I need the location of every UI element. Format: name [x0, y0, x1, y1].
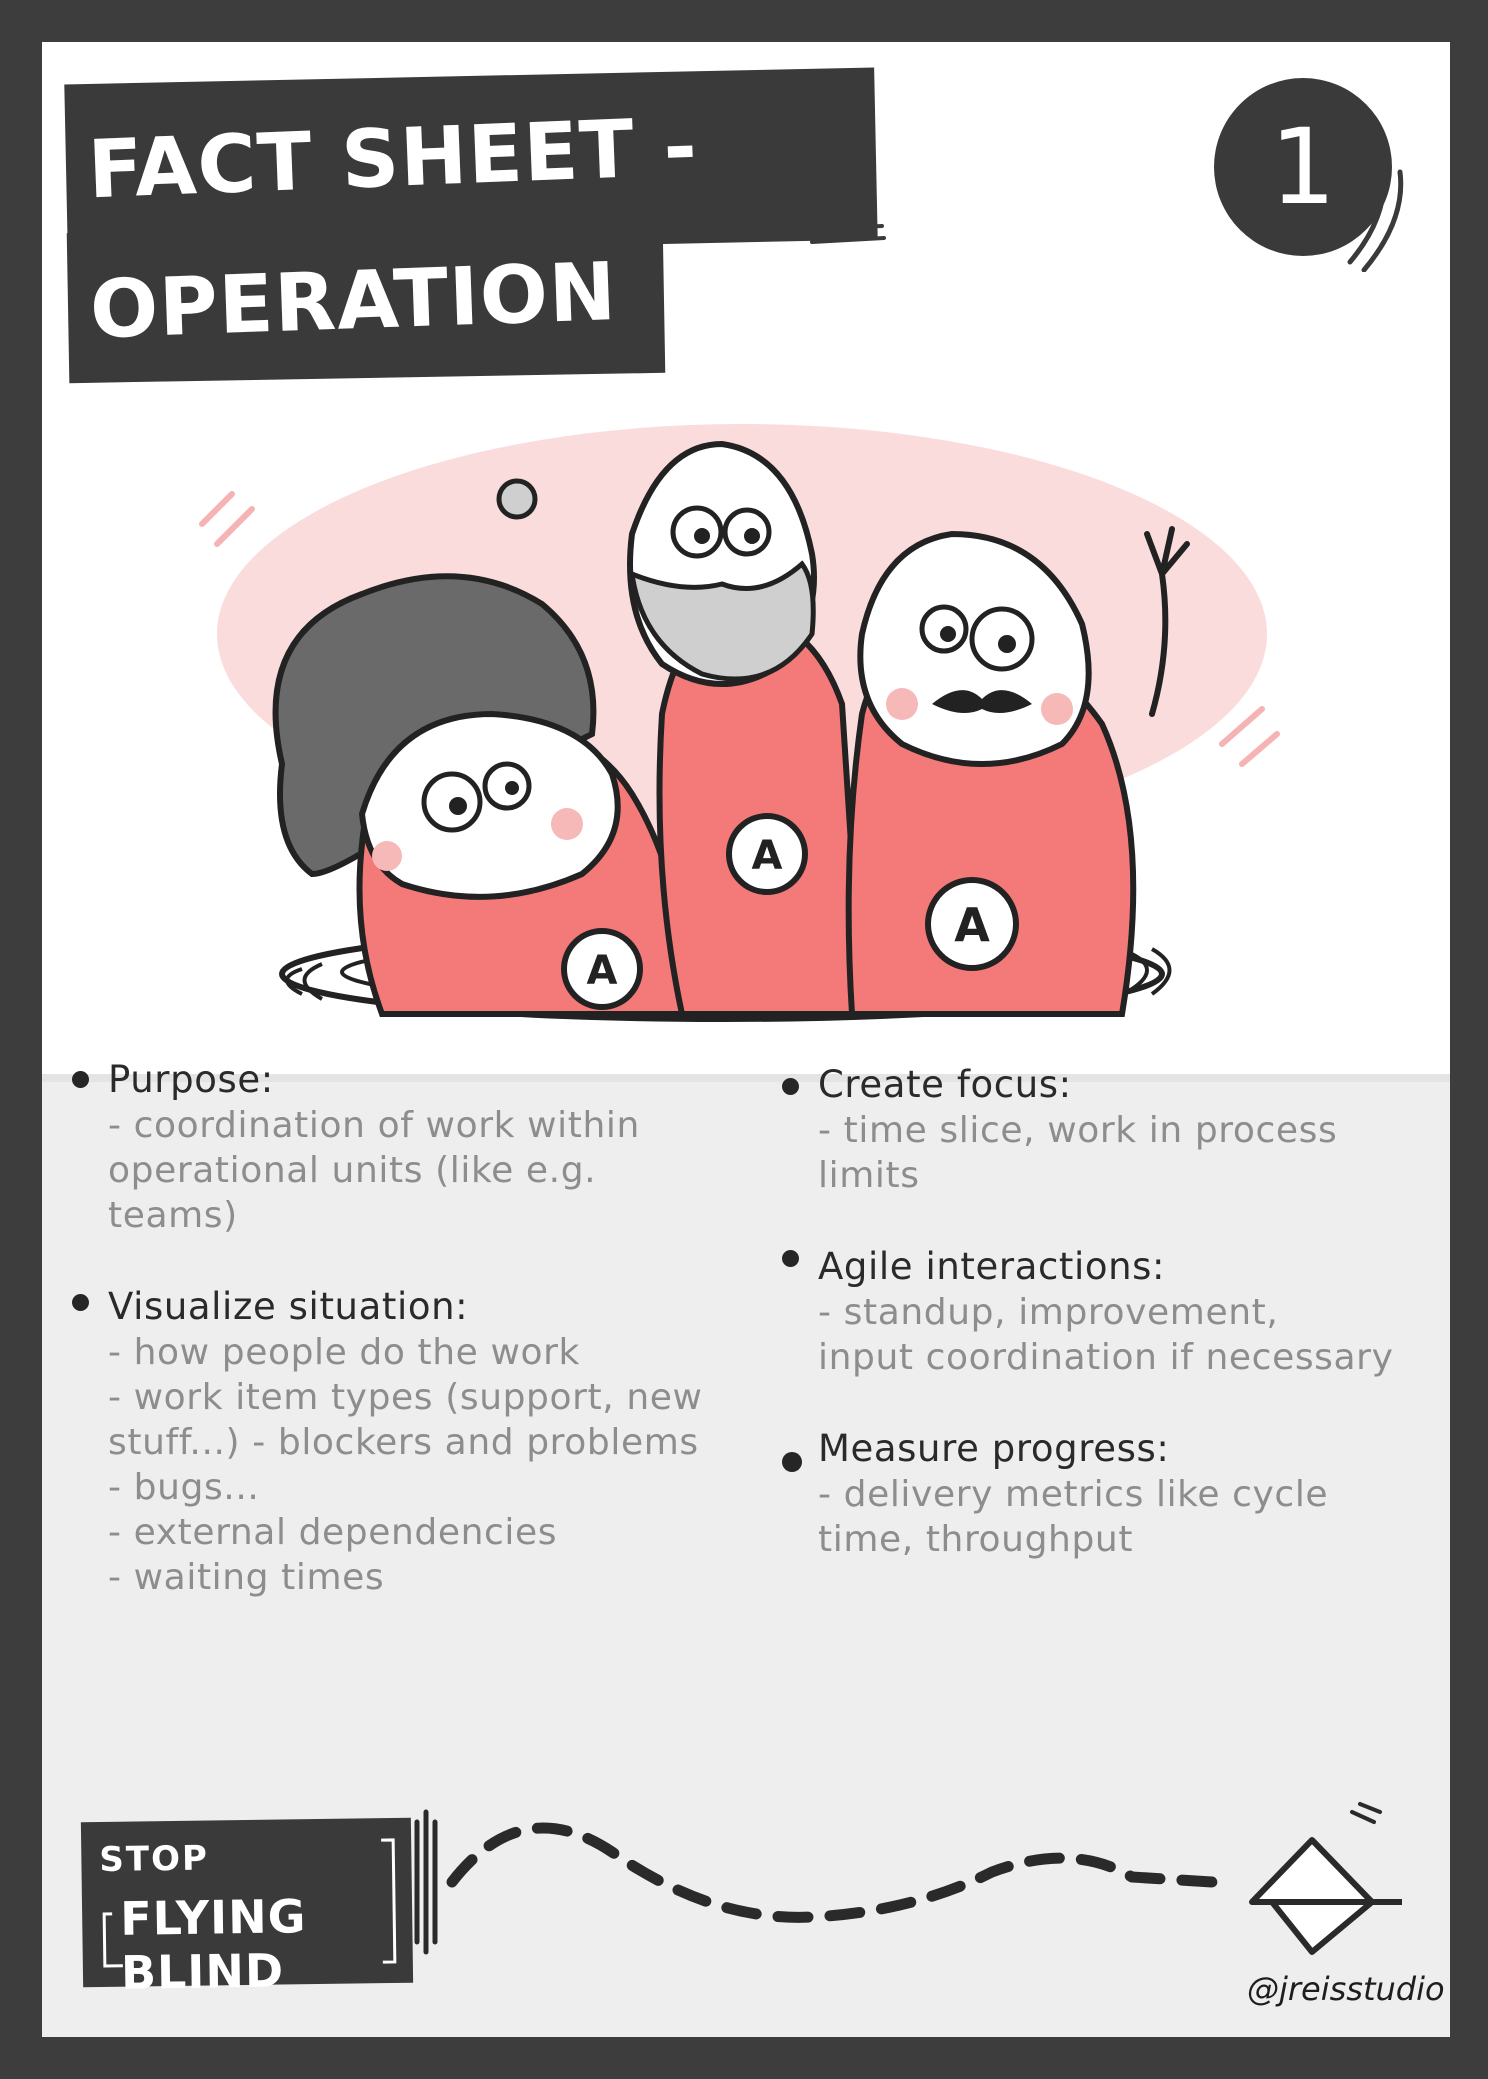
halo-accent-right	[1219, 706, 1280, 767]
desc-line: - coordination of work within	[108, 1105, 640, 1146]
bullet-icon	[782, 1250, 799, 1267]
item-description: - standup, improvement, input coordinati…	[818, 1290, 1442, 1380]
desc-line: - bugs...	[108, 1467, 260, 1508]
desc-line: input coordination if necessary	[818, 1337, 1394, 1378]
mustache-shirt-letter: A	[954, 898, 990, 952]
desc-line: limits	[818, 1155, 920, 1196]
desc-line: - work item types (support, new	[108, 1377, 703, 1418]
title-line2: OPERATION	[88, 245, 619, 357]
title-banner-line2: OPERATION	[66, 222, 666, 384]
item-heading: Visualize situation:	[108, 1285, 469, 1328]
team-illustration: A A A	[199, 424, 1280, 1022]
desc-line: - external dependencies	[108, 1512, 558, 1553]
desc-line: teams)	[108, 1195, 238, 1236]
card-number: 1	[1269, 106, 1337, 228]
item-description: - how people do the work - work item typ…	[108, 1330, 772, 1600]
item-description: - delivery metrics like cycle time, thro…	[818, 1472, 1442, 1562]
bullet-icon	[782, 1452, 802, 1472]
bearded-shirt-letter: A	[752, 833, 783, 879]
list-item-measure-progress: Measure progress: - delivery metrics lik…	[782, 1426, 1442, 1562]
desc-line: operational units (like e.g.	[108, 1150, 597, 1191]
desc-line: - waiting times	[108, 1557, 385, 1598]
bullet-icon	[72, 1294, 89, 1311]
item-description: - coordination of work within operationa…	[108, 1103, 772, 1238]
desc-line: - delivery metrics like cycle	[818, 1474, 1329, 1515]
right-column: Create focus: - time slice, work in proc…	[782, 1062, 1442, 1562]
item-heading: Create focus:	[818, 1063, 1072, 1106]
woman-shirt-letter: A	[587, 948, 618, 994]
item-heading: Measure progress:	[818, 1427, 1170, 1470]
bearded-bun	[496, 478, 538, 520]
artist-credit: @jreisstudio	[1247, 1970, 1445, 2008]
badge-swoosh-lines	[1347, 159, 1404, 272]
woman-blush	[372, 841, 402, 871]
desc-line: - how people do the work	[108, 1332, 580, 1373]
desc-line: time, throughput	[818, 1519, 1134, 1560]
list-item-purpose: Purpose: - coordination of work within o…	[72, 1057, 772, 1238]
logo-text-flying-blind: FLYING BLIND	[119, 1889, 307, 2000]
desc-line: - standup, improvement,	[818, 1292, 1279, 1333]
fact-sheet-card: FACT SHEET - OPERATION 1 A A A Purpose: …	[42, 42, 1450, 2037]
banner-speed-lines	[775, 212, 886, 244]
stop-flying-blind-logo: STOP FLYING BLIND	[80, 1817, 414, 2000]
desc-line: - time slice, work in process	[818, 1110, 1338, 1151]
desc-line: stuff...) - blockers and problems	[108, 1422, 699, 1463]
item-heading: Purpose:	[108, 1058, 274, 1101]
item-description: - time slice, work in process limits	[818, 1108, 1442, 1198]
left-column: Purpose: - coordination of work within o…	[72, 1057, 772, 1600]
paper-plane-icon	[1249, 1802, 1402, 1955]
list-item-agile-interactions: Agile interactions: - standup, improveme…	[782, 1244, 1442, 1380]
list-item-visualize: Visualize situation: - how people do the…	[72, 1284, 772, 1600]
title-line1: FACT SHEET -	[86, 99, 700, 217]
logo-text-stop: STOP	[99, 1838, 210, 1881]
halo-accent-left	[199, 491, 255, 547]
bullet-icon	[72, 1071, 89, 1088]
list-item-create-focus: Create focus: - time slice, work in proc…	[782, 1062, 1442, 1198]
bullet-icon	[782, 1078, 799, 1095]
item-heading: Agile interactions:	[818, 1245, 1166, 1288]
